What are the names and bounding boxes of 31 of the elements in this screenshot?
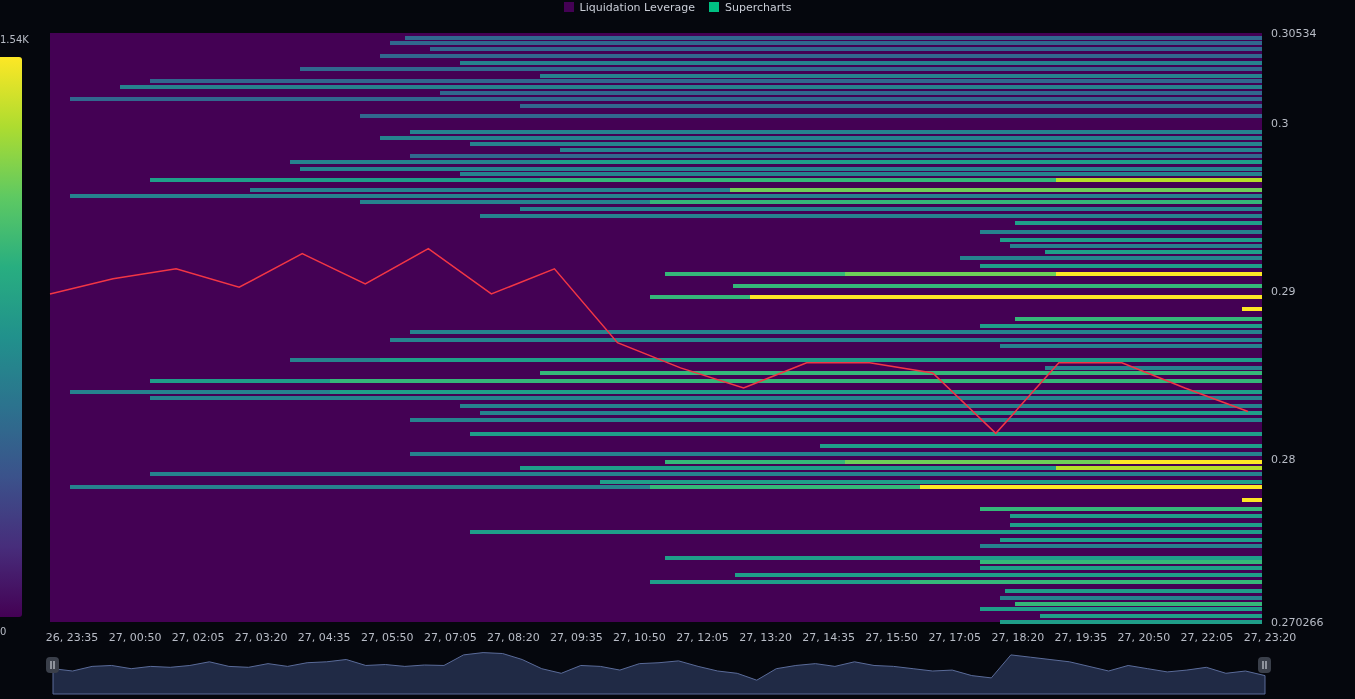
x-axis-label: 27, 15:50 xyxy=(865,631,919,644)
y-axis-label: 0.270266 xyxy=(1271,616,1324,629)
x-axis-label: 27, 03:20 xyxy=(234,631,288,644)
range-handle[interactable] xyxy=(46,657,59,673)
y-axis-label: 0.28 xyxy=(1271,452,1296,466)
x-axis-label: 26, 23:35 xyxy=(45,631,99,644)
x-axis-label: 27, 12:05 xyxy=(676,631,729,644)
x-axis-label: 27, 18:20 xyxy=(991,631,1045,644)
x-axis-label: 27, 04:35 xyxy=(297,631,351,644)
x-axis-label: 27, 22:05 xyxy=(1180,631,1234,644)
x-axis-label: 27, 10:50 xyxy=(613,631,666,644)
x-axis-label: 27, 13:20 xyxy=(739,631,792,644)
legend-item[interactable]: Supercharts xyxy=(709,0,792,14)
x-axis-label: 27, 23:20 xyxy=(1243,631,1297,644)
colorbar-min-label: 0 xyxy=(0,625,8,639)
x-axis-label: 27, 19:35 xyxy=(1054,631,1108,644)
x-axis-label: 27, 17:05 xyxy=(928,631,982,644)
y-axis-label: 0.3 xyxy=(1271,116,1289,130)
x-axis-label: 27, 08:20 xyxy=(487,631,540,644)
y-axis-label: 0.29 xyxy=(1271,284,1296,298)
x-axis-label: 27, 02:05 xyxy=(171,631,225,644)
x-axis-label: 27, 20:50 xyxy=(1117,631,1171,644)
x-axis-label: 27, 00:50 xyxy=(108,631,162,644)
x-axis-label: 27, 09:35 xyxy=(550,631,603,644)
x-axis-label: 27, 07:05 xyxy=(423,631,477,644)
x-axis-label: 27, 05:50 xyxy=(360,631,414,644)
x-axis-label: 27, 14:35 xyxy=(802,631,855,644)
range-handle[interactable] xyxy=(1258,657,1271,673)
y-axis-label: 0.30534 xyxy=(1271,27,1317,40)
colorbar-max-label: 1.54K xyxy=(0,33,30,47)
legend-item[interactable]: Liquidation Leverage xyxy=(563,0,696,14)
